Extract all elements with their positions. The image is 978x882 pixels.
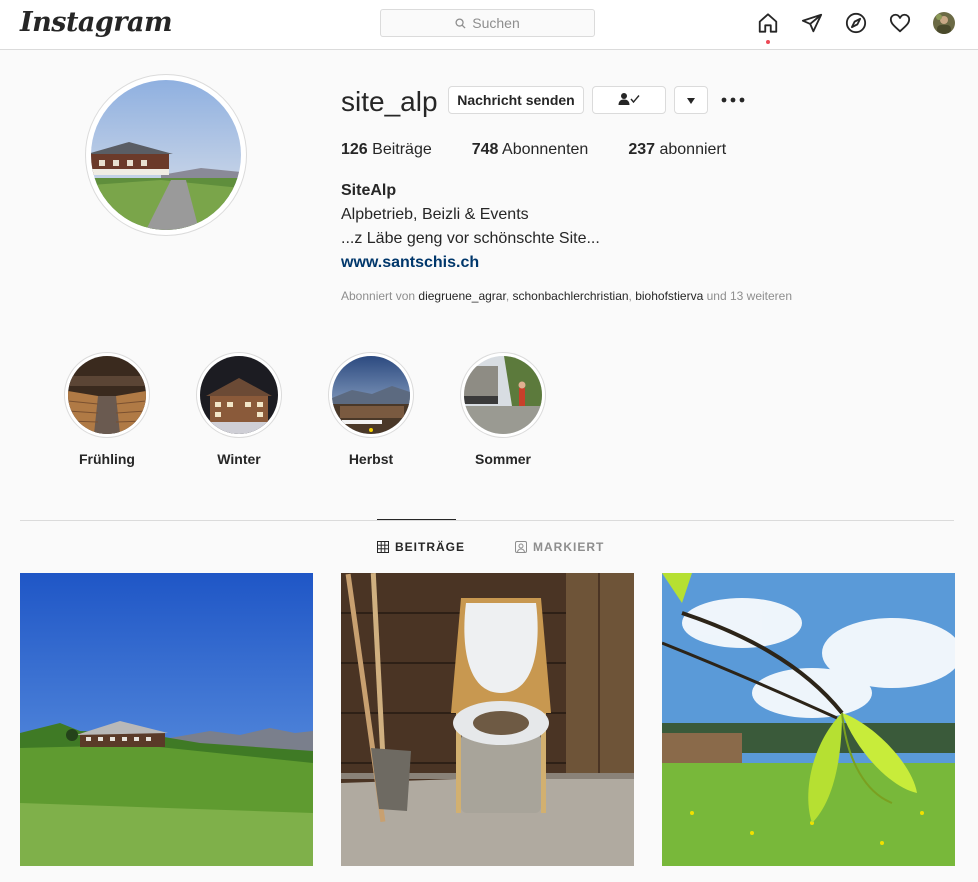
highlight-cover — [68, 356, 146, 434]
profile-full-name: SiteAlp — [341, 182, 397, 199]
follower-link[interactable]: diegruene_agrar — [418, 289, 505, 303]
highlight-label: Winter — [217, 451, 261, 467]
followers-count[interactable]: 748 Abonnenten — [472, 141, 589, 159]
person-check-icon — [617, 92, 641, 109]
tab-tagged[interactable]: MARKIERT — [515, 540, 604, 554]
post-image-toilet-chair — [341, 573, 634, 866]
highlight-sommer[interactable]: Sommer — [460, 352, 546, 467]
post-thumbnail[interactable] — [341, 573, 634, 866]
highlight-winter[interactable]: Winter — [196, 352, 282, 467]
highlight-cover — [464, 356, 542, 434]
post-thumbnail[interactable] — [20, 573, 313, 866]
tab-label: MARKIERT — [533, 540, 605, 554]
highlight-cover — [332, 356, 410, 434]
tabs-divider — [20, 520, 954, 521]
highlight-fruehling[interactable]: Frühling — [64, 352, 150, 467]
follower-link[interactable]: biohofstierva — [635, 289, 703, 303]
home-icon[interactable] — [756, 11, 780, 35]
highlight-cover — [200, 356, 278, 434]
more-dots-icon[interactable] — [720, 88, 746, 112]
profile-username: site_alp — [341, 86, 438, 117]
compass-icon[interactable] — [844, 11, 868, 35]
tag-person-icon — [515, 541, 527, 553]
profile-photo — [91, 80, 241, 230]
highlight-label: Sommer — [474, 451, 532, 467]
profile-stats: 126 Beiträge 748 Abonnenten 237 abonnier… — [341, 141, 766, 159]
send-message-button[interactable]: Nachricht senden — [448, 86, 584, 114]
profile-bio-line: ...z Läbe geng vor schönschte Site... — [341, 230, 600, 247]
notification-dot — [766, 40, 770, 44]
heart-icon[interactable] — [888, 11, 912, 35]
post-image-farmhouse — [20, 573, 313, 866]
caret-down-icon — [686, 92, 696, 108]
profile-website-link[interactable]: www.santschis.ch — [341, 254, 479, 272]
tab-posts[interactable]: BEITRÄGE — [377, 540, 465, 554]
search-input[interactable]: Suchen — [380, 9, 595, 37]
profile-avatar-small[interactable] — [933, 12, 955, 34]
tab-label: BEITRÄGE — [395, 540, 466, 554]
more-followers-link[interactable]: und 13 weiteren — [707, 289, 792, 303]
follower-link[interactable]: schonbachlerchristian — [512, 289, 628, 303]
active-tab-indicator — [377, 519, 456, 520]
followed-by-text: Abonniert von diegruene_agrar, schonbach… — [341, 289, 793, 303]
search-placeholder: Suchen — [472, 15, 520, 31]
highlight-label: Frühling — [79, 451, 135, 467]
profile-picture[interactable] — [85, 74, 247, 236]
grid-icon — [377, 541, 389, 553]
highlight-label: Herbst — [348, 451, 394, 467]
highlight-herbst[interactable]: Herbst — [328, 352, 414, 467]
post-image-spring-leaves — [662, 573, 955, 866]
instagram-logo[interactable]: Instagram — [20, 7, 173, 38]
posts-count: 126 Beiträge — [341, 141, 432, 158]
suggestions-dropdown-button[interactable] — [674, 86, 708, 114]
profile-bio-line: Alpbetrieb, Beizli & Events — [341, 206, 529, 223]
paper-plane-icon[interactable] — [800, 11, 824, 35]
top-navigation: Instagram Suchen — [0, 0, 978, 50]
search-icon — [455, 17, 466, 29]
following-button[interactable] — [592, 86, 666, 114]
following-count[interactable]: 237 abonniert — [628, 141, 726, 159]
post-thumbnail[interactable] — [662, 573, 955, 866]
